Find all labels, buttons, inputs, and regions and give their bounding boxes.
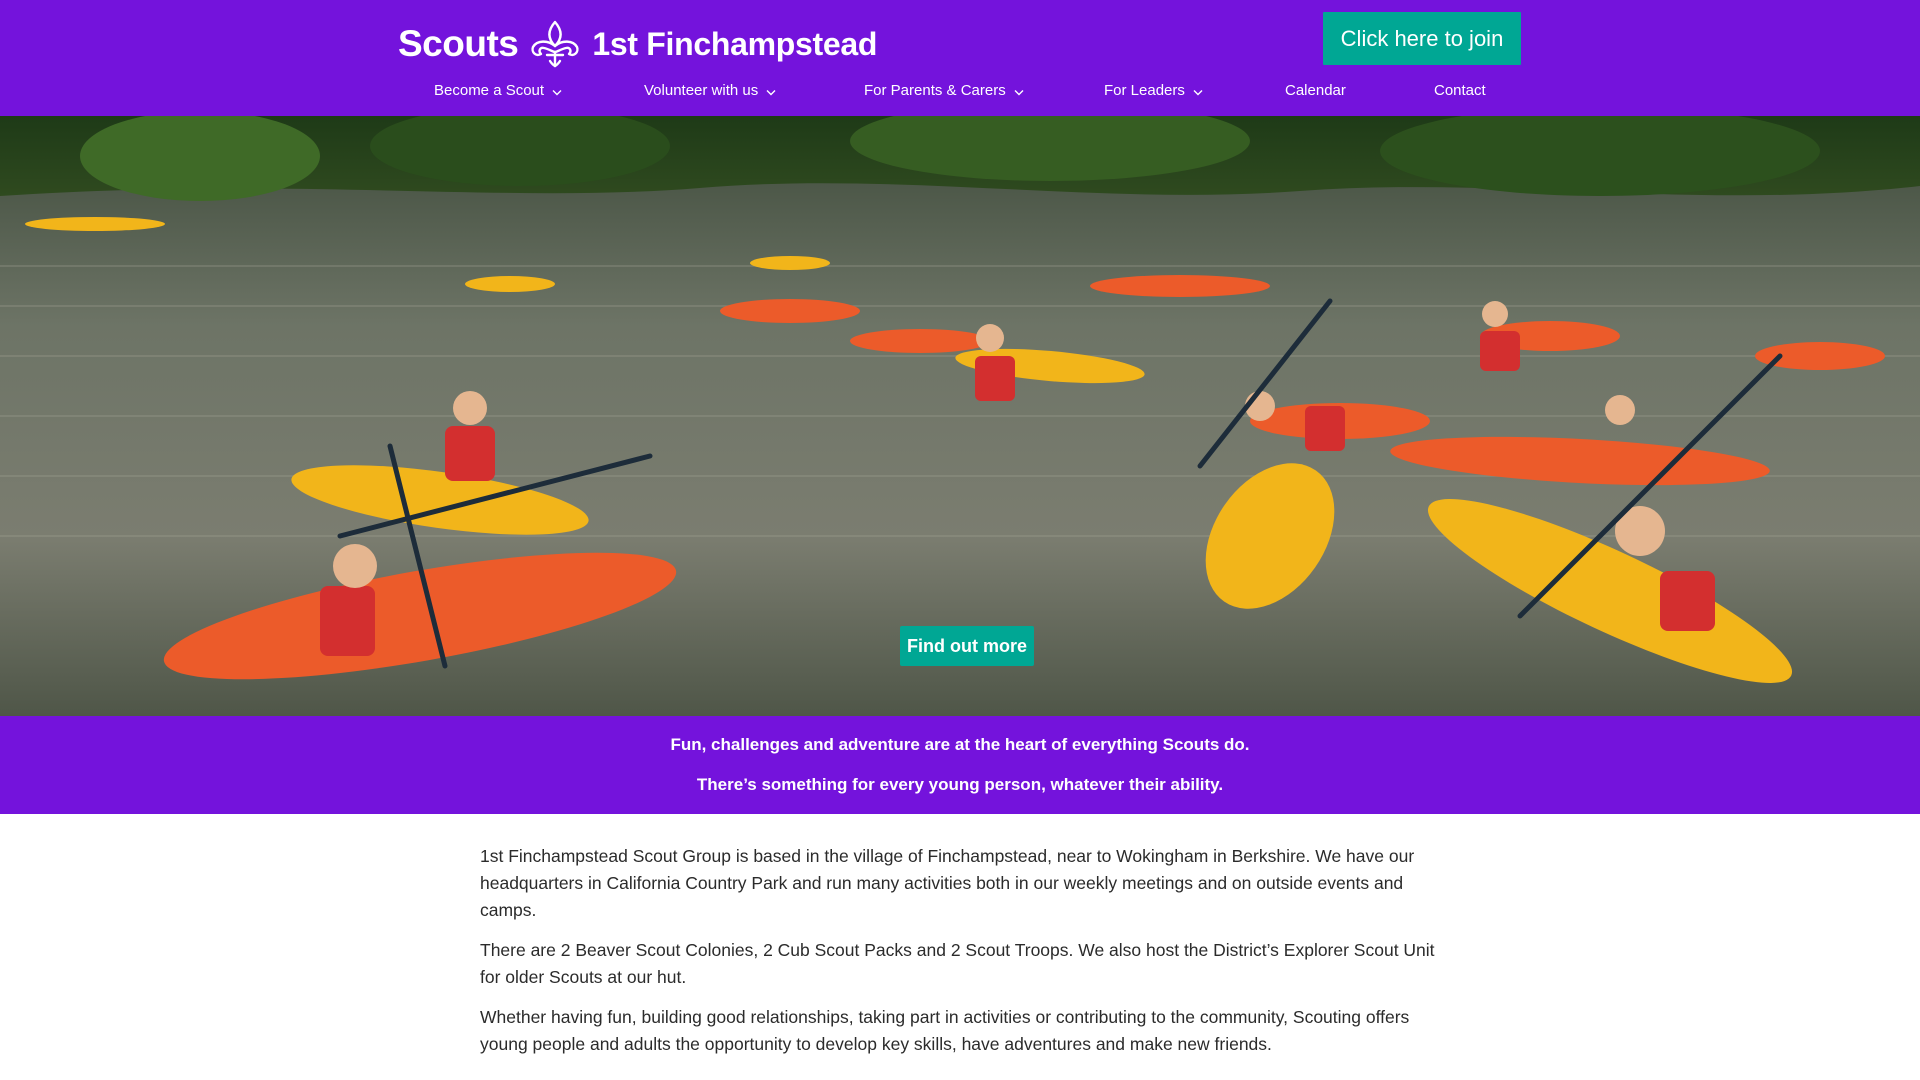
site-logo[interactable]: Scouts 1st Finchampstead — [398, 14, 877, 74]
intro-banner: Fun, challenges and adventure are at the… — [0, 716, 1920, 814]
nav-item-for-leaders[interactable]: For Leaders — [1104, 78, 1203, 104]
nav-item-volunteer-with-us[interactable]: Volunteer with us — [644, 78, 776, 104]
nav-item-label: For Leaders — [1104, 82, 1185, 99]
nav-item-label: Calendar — [1285, 82, 1346, 99]
nav-item-contact[interactable]: Contact — [1434, 78, 1486, 104]
nav-item-calendar[interactable]: Calendar — [1285, 78, 1346, 104]
main-navigation: Become a Scout Volunteer with us For Par… — [0, 78, 1920, 104]
chevron-down-icon — [766, 89, 776, 95]
nav-item-label: For Parents & Carers — [864, 82, 1006, 99]
chevron-down-icon — [1193, 89, 1203, 95]
content-paragraph: There are 2 Beaver Scout Colonies, 2 Cub… — [480, 940, 1435, 987]
nav-item-for-parents-carers[interactable]: For Parents & Carers — [864, 78, 1024, 104]
chevron-down-icon — [1014, 89, 1024, 95]
nav-item-label: Volunteer with us — [644, 82, 759, 99]
site-header: Scouts 1st Finchampstead Click here to j… — [0, 0, 1920, 116]
nav-item-label: Become a Scout — [434, 82, 545, 99]
join-button[interactable]: Click here to join — [1323, 12, 1521, 65]
nav-item-label: Contact — [1434, 82, 1486, 99]
nav-item-become-a-scout[interactable]: Become a Scout — [434, 78, 562, 104]
banner-line-1: Fun, challenges and adventure are at the… — [670, 735, 1250, 754]
group-name: 1st Finchampstead — [592, 25, 878, 62]
brand-wordmark: Scouts — [398, 23, 519, 64]
banner-line-2: There’s something for every young person… — [696, 775, 1224, 794]
content-paragraph: Whether having fun, building good relati… — [480, 1007, 1410, 1054]
chevron-down-icon — [552, 89, 562, 95]
content-paragraph: 1st Finchampstead Scout Group is based i… — [480, 846, 1415, 920]
find-out-more-button[interactable]: Find out more — [900, 626, 1034, 666]
hero-image: Find out more — [0, 116, 1920, 716]
fleur-de-lis-icon — [531, 20, 579, 68]
intro-content: 1st Finchampstead Scout Group is based i… — [480, 843, 1440, 1071]
